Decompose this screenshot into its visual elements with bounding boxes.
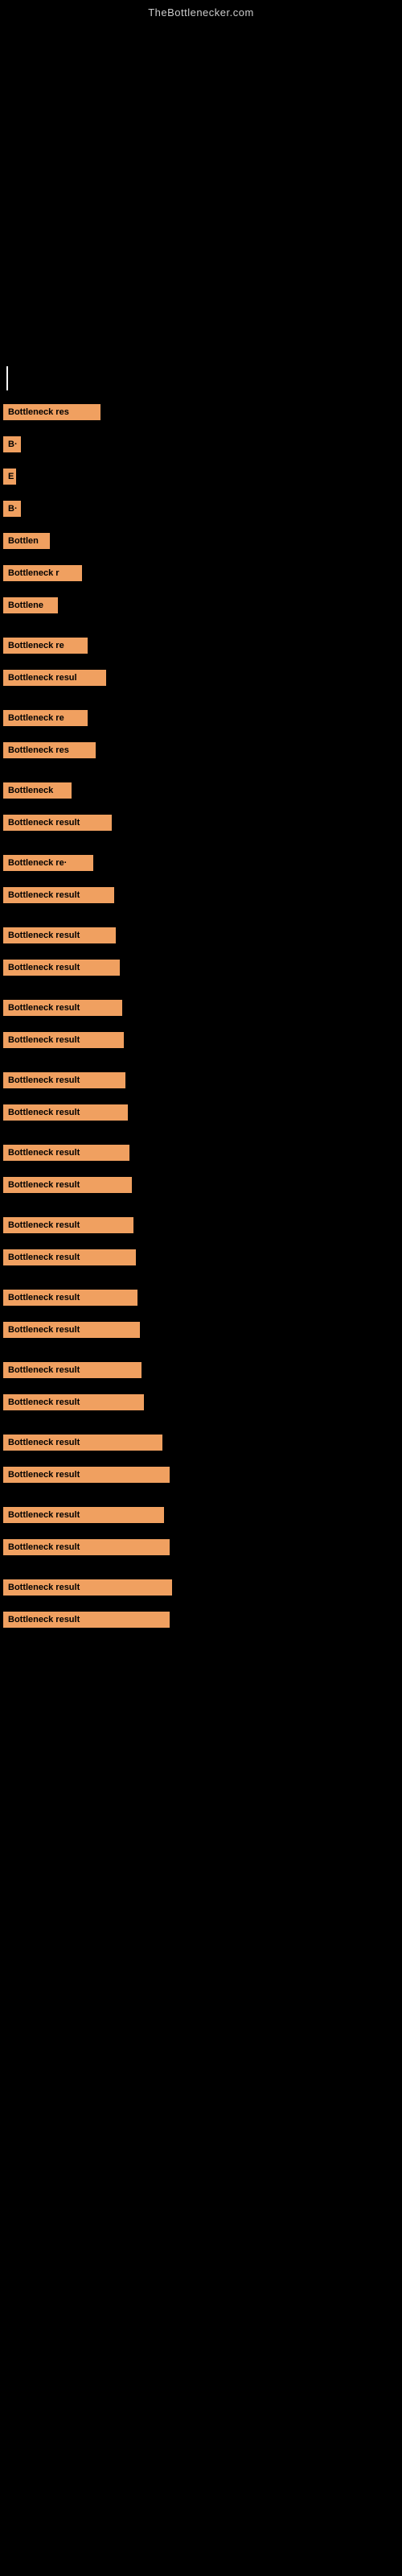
list-item: Bottleneck result [0,1459,402,1490]
list-item: Bottleneck result [0,1532,402,1563]
bottleneck-result-label: Bottleneck result [3,1435,162,1451]
list-item: Bottleneck result [0,807,402,838]
bottleneck-result-label: Bottleneck result [3,1579,172,1596]
list-item: Bottleneck result [0,1137,402,1168]
bottleneck-result-label: Bottlene [3,597,58,613]
list-item: Bottleneck result [0,1315,402,1345]
bottleneck-result-label: B· [3,436,21,452]
list-item: Bottleneck result [0,1242,402,1273]
list-item: Bottleneck re [0,630,402,661]
list-item: Bottleneck result [0,920,402,951]
bottleneck-result-label: Bottleneck result [3,1612,170,1628]
list-item: Bottleneck result [0,1387,402,1418]
list-item: Bottlene [0,590,402,621]
bottleneck-result-label: Bottleneck re [3,638,88,654]
list-item: Bottleneck result [0,1355,402,1385]
bottleneck-result-label: Bottleneck result [3,1217,133,1233]
bottleneck-result-label: Bottlen [3,533,50,549]
bottleneck-result-label: Bottleneck result [3,1290,137,1306]
bottleneck-result-label: Bottleneck resul [3,670,106,686]
results-container: Bottleneck res B· E B· Bottlen Bottleneck r Bo… [0,397,402,1643]
bottleneck-result-label: Bottleneck res [3,404,100,420]
list-item: Bottleneck result [0,1210,402,1241]
bottleneck-result-label: Bottleneck result [3,960,120,976]
bottleneck-result-label: Bottleneck result [3,1145,129,1161]
bottleneck-result-label: Bottleneck result [3,1362,142,1378]
bottleneck-result-label: Bottleneck result [3,1000,122,1016]
list-item: Bottleneck result [0,1427,402,1458]
bottleneck-result-label: Bottleneck result [3,1072,125,1088]
bottleneck-result-label: Bottleneck result [3,887,114,903]
list-item: Bottleneck resul [0,663,402,693]
separator [6,366,8,390]
list-item: Bottleneck result [0,1025,402,1055]
list-item: Bottleneck result [0,1282,402,1313]
top-chart-area [0,22,402,360]
list-item: Bottleneck result [0,1500,402,1530]
list-item: Bottleneck re· [0,848,402,878]
bottleneck-result-label: Bottleneck result [3,1394,144,1410]
bottleneck-result-label: Bottleneck result [3,1539,170,1555]
bottleneck-result-label: Bottleneck result [3,1177,132,1193]
bottleneck-result-label: Bottleneck result [3,815,112,831]
list-item: Bottleneck result [0,1097,402,1128]
list-item: B· [0,493,402,524]
bottleneck-result-label: Bottleneck [3,782,72,799]
list-item: Bottleneck result [0,1065,402,1096]
list-item: Bottleneck result [0,993,402,1023]
bottleneck-result-label: Bottleneck result [3,1507,164,1523]
list-item: B· [0,429,402,460]
list-item: Bottleneck res [0,735,402,766]
bottleneck-result-label: Bottleneck re· [3,855,93,871]
bottleneck-result-label: Bottleneck result [3,1467,170,1483]
site-title: TheBottlenecker.com [0,0,402,22]
bottleneck-result-label: Bottleneck result [3,927,116,943]
list-item: Bottlen [0,526,402,556]
bottleneck-result-label: Bottleneck result [3,1322,140,1338]
list-item: Bottleneck r [0,558,402,588]
list-item: Bottleneck result [0,1604,402,1635]
bottleneck-result-label: Bottleneck result [3,1032,124,1048]
list-item: Bottleneck result [0,1572,402,1603]
list-item: Bottleneck result [0,952,402,983]
bottleneck-result-label: Bottleneck res [3,742,96,758]
list-item: E [0,461,402,492]
list-item: Bottleneck re [0,703,402,733]
list-item: Bottleneck result [0,1170,402,1200]
list-item: Bottleneck res [0,397,402,427]
bottleneck-result-label: Bottleneck result [3,1104,128,1121]
bottleneck-result-label: Bottleneck re [3,710,88,726]
bottleneck-result-label: Bottleneck r [3,565,82,581]
list-item: Bottleneck [0,775,402,806]
list-item: Bottleneck result [0,880,402,910]
bottleneck-result-label: E [3,469,16,485]
bottleneck-result-label: B· [3,501,21,517]
bottleneck-result-label: Bottleneck result [3,1249,136,1265]
